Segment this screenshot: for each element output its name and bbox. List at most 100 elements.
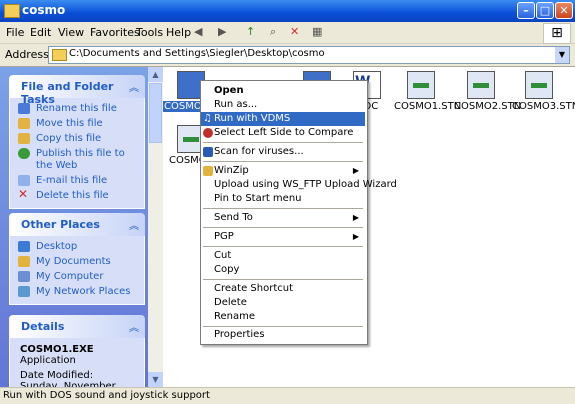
search-icon[interactable]: ⌕ — [270, 25, 276, 41]
windows-logo-icon: ⊞ — [543, 23, 571, 44]
menu-separator — [203, 246, 363, 247]
menu-view[interactable]: View — [58, 26, 84, 39]
title-bar[interactable]: cosmo – □ ✕ — [0, 0, 575, 22]
menu-rename[interactable]: Rename — [201, 310, 365, 324]
delete-icon: ✕ — [18, 187, 29, 201]
forward-icon[interactable]: ▶ — [218, 25, 226, 41]
file-tasks-panel: File and Folder Tasks ︽ Rename this file… — [9, 75, 145, 209]
collapse-icon[interactable]: ︽ — [129, 319, 139, 334]
chevron-down-icon[interactable]: ▼ — [555, 47, 569, 63]
collapse-icon[interactable]: ︽ — [129, 217, 139, 232]
other-places-title: Other Places — [21, 218, 100, 231]
file-tasks-header[interactable]: File and Folder Tasks ︽ — [9, 75, 145, 106]
menu-winzip[interactable]: WinZip ▶ — [201, 164, 365, 178]
close-button[interactable]: ✕ — [555, 2, 573, 19]
menu-separator — [203, 326, 363, 327]
file-item[interactable]: COSMO1.STN — [393, 71, 461, 112]
other-places-panel: Other Places ︽ Desktop My Documents My C… — [9, 213, 145, 305]
minimize-button[interactable]: – — [517, 2, 535, 19]
folder-icon — [4, 4, 20, 18]
up-folder-icon[interactable]: ↑ — [246, 25, 255, 41]
menu-favorites[interactable]: Favorites — [90, 26, 140, 39]
back-icon[interactable]: ◀ — [194, 25, 202, 41]
email-icon — [18, 175, 30, 186]
menu-separator — [203, 142, 363, 143]
place-my-computer[interactable]: My Computer — [10, 270, 144, 285]
menu-separator — [203, 208, 363, 209]
address-value: C:\Documents and Settings\Siegler\Deskto… — [69, 48, 325, 59]
menu-tools[interactable]: Tools — [136, 26, 163, 39]
menu-select-left-compare[interactable]: Select Left Side to Compare — [201, 126, 365, 140]
stn-file-icon — [467, 71, 495, 99]
rename-file-link[interactable]: Rename this file — [10, 102, 144, 117]
email-file-link[interactable]: E-mail this file — [10, 174, 144, 189]
address-input[interactable]: C:\Documents and Settings\Siegler\Deskto… — [48, 46, 570, 64]
task-pane-scrollbar[interactable]: ▲ ▼ — [148, 67, 163, 387]
menu-pgp[interactable]: PGP ▶ — [201, 230, 365, 244]
scroll-thumb[interactable] — [149, 83, 162, 143]
delete-file-link[interactable]: ✕ Delete this file — [10, 187, 144, 204]
window-title: cosmo — [22, 3, 66, 17]
scroll-down-icon[interactable]: ▼ — [148, 372, 163, 387]
menu-run-as[interactable]: Run as... — [201, 98, 365, 112]
menu-copy[interactable]: Copy — [201, 263, 365, 277]
menu-create-shortcut[interactable]: Create Shortcut — [201, 282, 365, 296]
submenu-arrow-icon: ▶ — [352, 213, 359, 222]
submenu-arrow-icon: ▶ — [352, 166, 359, 175]
details-header[interactable]: Details ︽ — [9, 315, 145, 338]
file-item[interactable]: COSMO2.STN — [453, 71, 521, 112]
stn-file-icon — [407, 71, 435, 99]
menu-upload-ws-ftp[interactable]: Upload using WS_FTP Upload Wizard — [201, 178, 397, 192]
maximize-button[interactable]: □ — [536, 2, 554, 19]
menu-scan-viruses[interactable]: Scan for viruses... — [201, 145, 365, 159]
menu-help[interactable]: Help — [166, 26, 191, 39]
place-network[interactable]: My Network Places — [10, 285, 144, 300]
folder-icon — [52, 49, 67, 61]
details-file-name: COSMO1.EXE — [20, 344, 94, 355]
publish-web-link[interactable]: Publish this file to the Web — [10, 147, 144, 174]
menu-delete[interactable]: Delete — [201, 296, 365, 310]
globe-icon — [18, 148, 30, 159]
scroll-up-icon[interactable]: ▲ — [148, 67, 163, 82]
menu-edit[interactable]: Edit — [30, 26, 51, 39]
menu-send-to[interactable]: Send To ▶ — [201, 211, 365, 225]
menu-separator — [203, 279, 363, 280]
menu-open[interactable]: Open — [201, 84, 365, 98]
network-icon — [18, 286, 30, 297]
winzip-icon — [203, 166, 213, 176]
antivirus-icon — [203, 147, 213, 157]
collapse-icon[interactable]: ︽ — [129, 79, 139, 94]
details-title: Details — [21, 320, 65, 333]
context-menu: Open Run as... ♫ Run with VDMS Select Lef… — [200, 80, 397, 345]
move-file-link[interactable]: Move this file — [10, 117, 144, 132]
computer-icon — [18, 271, 30, 282]
rename-icon — [18, 103, 30, 114]
menu-run-with-vdms[interactable]: ♫ Run with VDMS — [201, 112, 365, 126]
menu-file[interactable]: File — [6, 26, 24, 39]
stn-file-icon — [525, 71, 553, 99]
resize-grip-icon[interactable]: ⋰ — [3, 390, 573, 403]
menu-properties[interactable]: Properties — [201, 328, 365, 342]
menu-bar: File Edit View Favorites Tools Help ◀ ▶ … — [0, 22, 575, 44]
place-desktop[interactable]: Desktop — [10, 240, 144, 255]
documents-icon — [18, 256, 30, 267]
other-places-header[interactable]: Other Places ︽ — [9, 213, 145, 236]
delete-icon[interactable]: ✕ — [290, 25, 299, 41]
music-note-icon: ♫ — [203, 113, 212, 124]
copy-file-link[interactable]: Copy this file — [10, 132, 144, 147]
copy-icon — [18, 133, 30, 144]
details-date-modified: Date Modified: Sunday, November 11, 2001… — [20, 370, 116, 387]
submenu-arrow-icon: ▶ — [352, 232, 359, 241]
compare-icon — [203, 128, 213, 138]
menu-cut[interactable]: Cut — [201, 249, 365, 263]
file-item[interactable]: COSMO3.STN — [511, 71, 575, 112]
desktop-icon — [18, 241, 30, 252]
menu-pin-start[interactable]: Pin to Start menu — [201, 192, 365, 206]
task-pane: File and Folder Tasks ︽ Rename this file… — [0, 67, 148, 387]
details-panel: Details ︽ COSMO1.EXE Application Date Mo… — [9, 315, 145, 387]
address-bar: Address C:\Documents and Settings\Siegle… — [0, 44, 575, 67]
place-my-documents[interactable]: My Documents — [10, 255, 144, 270]
views-icon[interactable]: ▦ — [312, 25, 322, 41]
menu-separator — [203, 161, 363, 162]
details-file-type: Application — [20, 355, 76, 366]
